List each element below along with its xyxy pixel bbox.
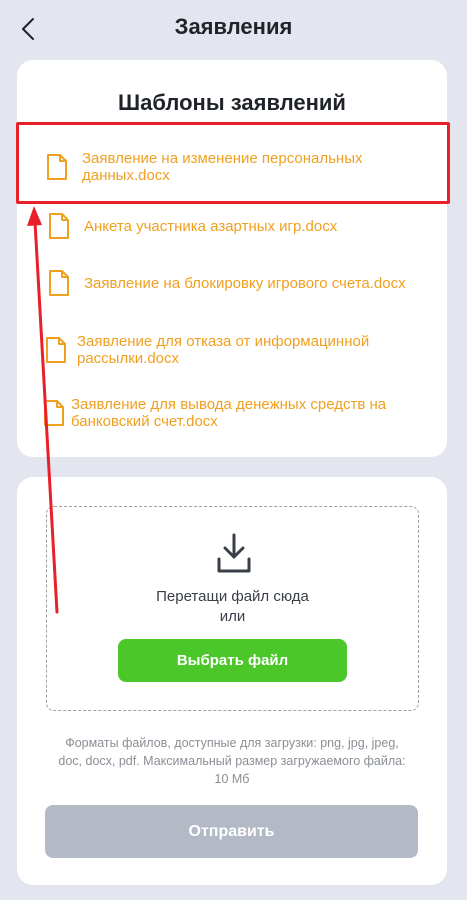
file-dropzone[interactable]: Перетащи файл сюда или Выбрать файл [46, 506, 419, 711]
document-icon [46, 337, 66, 363]
choose-file-button[interactable]: Выбрать файл [118, 639, 347, 682]
formats-hint: Форматы файлов, доступные для загрузки: … [58, 736, 406, 786]
document-icon [44, 400, 64, 426]
template-label: Заявление для вывода денежных средств на… [71, 396, 387, 430]
templates-card: Шаблоны заявлений Заявление на изменение… [17, 60, 447, 457]
submit-button[interactable]: Отправить [45, 805, 418, 858]
upload-card: Перетащи файл сюда или Выбрать файл Форм… [17, 477, 447, 885]
document-icon [49, 213, 69, 239]
document-icon [49, 270, 69, 296]
templates-title: Шаблоны заявлений [118, 90, 346, 115]
template-item-gambler-form[interactable]: Анкета участника азартных игр.docx [48, 212, 414, 240]
template-label: Анкета участника азартных игр.docx [84, 217, 338, 235]
template-label: Заявление для отказа от информацинной ра… [77, 333, 370, 367]
template-item-unsubscribe[interactable]: Заявление для отказа от информацинной ра… [45, 333, 407, 367]
template-item-withdrawal[interactable]: Заявление для вывода денежных средств на… [43, 396, 421, 430]
drop-hint: Перетащи файл сюда или [47, 587, 418, 627]
annotation-highlight-box [16, 122, 450, 204]
template-label: Заявление на блокировку игрового счета.d… [84, 274, 406, 292]
drop-hint-line2: или [219, 608, 246, 625]
header: Заявления [0, 0, 467, 58]
template-item-account-block[interactable]: Заявление на блокировку игрового счета.d… [48, 269, 414, 297]
page-title: Заявления [174, 14, 293, 39]
download-icon [217, 533, 251, 573]
drop-hint-line1: Перетащи файл сюда [156, 588, 309, 605]
